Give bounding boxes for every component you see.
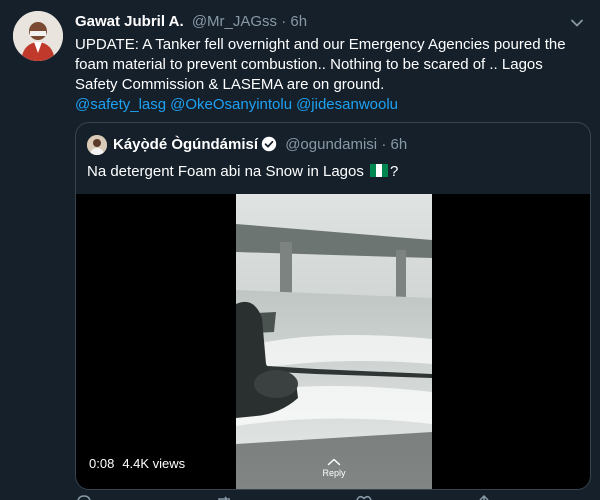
video-duration: 0:08 xyxy=(89,456,115,471)
video-frame xyxy=(236,194,432,489)
quoted-text-tail: ? xyxy=(390,163,399,180)
quoted-tweet-header: Káyọ̀dé Ògúndámisí @ogundamisi · 6h xyxy=(113,135,407,155)
tweet-timestamp[interactable]: 6h xyxy=(290,13,307,30)
separator-dot: · xyxy=(381,136,387,153)
retweet-icon[interactable] xyxy=(215,494,233,500)
chevron-down-icon[interactable] xyxy=(568,14,586,32)
quoted-text-main: Na detergent Foam abi na Snow in Lagos xyxy=(87,163,364,180)
tweet[interactable]: Gawat Jubril A. @Mr_JAGss · 6h UPDATE: A… xyxy=(0,0,600,500)
tweet-actions xyxy=(75,494,495,500)
nigeria-flag-icon xyxy=(370,164,389,177)
tweet-header: Gawat Jubril A. @Mr_JAGss · 6h xyxy=(75,12,307,32)
separator-dot: · xyxy=(281,13,287,30)
quoted-tweet[interactable]: Káyọ̀dé Ògúndámisí @ogundamisi · 6h Na d… xyxy=(75,122,591,490)
quoted-author-handle[interactable]: @ogundamisi xyxy=(285,136,377,153)
like-icon[interactable] xyxy=(355,494,373,500)
author-handle[interactable]: @Mr_JAGss xyxy=(192,13,277,30)
verified-badge-icon xyxy=(261,136,277,152)
video-views: 4.4K views xyxy=(122,456,186,471)
share-icon[interactable] xyxy=(475,494,493,500)
mention-link[interactable]: @OkeOsanyintolu xyxy=(170,96,292,113)
quoted-tweet-timestamp[interactable]: 6h xyxy=(391,136,408,153)
reply-icon[interactable] xyxy=(75,494,93,500)
chevron-up-icon xyxy=(327,458,341,466)
video-player[interactable]: 0:08 4.4K views Reply xyxy=(76,194,590,489)
author-name[interactable]: Gawat Jubril A. xyxy=(75,13,184,30)
quoted-author-name[interactable]: Káyọ̀dé Ògúndámisí xyxy=(113,136,258,153)
quoted-author-avatar[interactable] xyxy=(87,135,107,155)
mention-link[interactable]: @jidesanwoolu xyxy=(296,96,398,113)
quoted-tweet-text: Na detergent Foam abi na Snow in Lagos ? xyxy=(87,162,398,182)
reply-hint-label: Reply xyxy=(322,468,346,478)
author-avatar[interactable] xyxy=(13,11,63,61)
reply-hint[interactable]: Reply xyxy=(312,458,356,478)
video-time-overlay: 0:08 4.4K views xyxy=(89,456,185,472)
tweet-mentions: @safety_lasg @OkeOsanyintolu @jidesanwoolu xyxy=(75,95,402,115)
mention-link[interactable]: @safety_lasg xyxy=(75,96,166,113)
tweet-text: UPDATE: A Tanker fell overnight and our … xyxy=(75,36,566,93)
